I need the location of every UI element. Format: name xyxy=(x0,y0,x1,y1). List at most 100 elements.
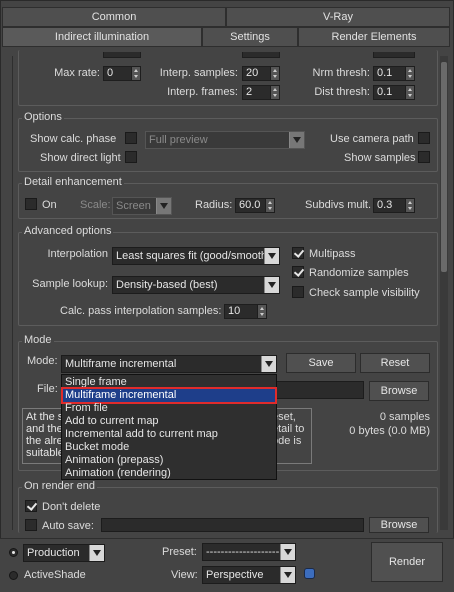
mode-option[interactable]: Incremental add to current map xyxy=(63,428,275,441)
tab-settings[interactable]: Settings xyxy=(202,27,298,47)
activeshade-radio[interactable] xyxy=(9,571,18,580)
chevron-down-icon[interactable] xyxy=(264,248,279,264)
mode-select[interactable]: Multiframe incremental xyxy=(61,355,277,373)
mode-option[interactable]: From file xyxy=(63,402,275,415)
browse-autosave-button[interactable]: Browse xyxy=(369,517,429,533)
view-value: Perspective xyxy=(206,569,264,581)
production-select[interactable]: Production xyxy=(23,544,105,562)
preview-mode-select[interactable]: Full preview xyxy=(145,131,305,149)
scale-value: Screen xyxy=(116,200,151,212)
browse-file-button[interactable]: Browse xyxy=(369,381,429,401)
calc-pass-spinner[interactable]: 10 xyxy=(224,304,267,319)
sample-lookup-label: Sample lookup: xyxy=(32,278,108,290)
scrollbar-thumb[interactable] xyxy=(441,62,447,272)
spinner-arrows-icon[interactable] xyxy=(270,86,279,99)
chevron-down-icon[interactable] xyxy=(264,277,279,293)
mode-value: Multiframe incremental xyxy=(65,358,177,370)
on-render-end-title: On render end xyxy=(22,480,97,492)
tab-indirect-illumination[interactable]: Indirect illumination xyxy=(2,27,202,47)
hsph-subdivs-spinner[interactable] xyxy=(242,52,280,58)
file-label: File: xyxy=(37,383,58,395)
mode-option[interactable]: Animation (rendering) xyxy=(63,467,275,480)
spinner-arrows-icon[interactable] xyxy=(265,199,274,212)
lock-view-icon[interactable] xyxy=(304,568,315,579)
interp-frames-spinner[interactable]: 2 xyxy=(242,85,280,100)
check-sample-visibility-checkbox[interactable] xyxy=(292,286,304,298)
scale-label: Scale: xyxy=(80,199,111,211)
map-size: 0 bytes (0.0 MB) xyxy=(349,425,430,437)
radius-spinner[interactable]: 60.0 xyxy=(235,198,275,213)
save-button[interactable]: Save xyxy=(286,353,356,373)
interpolation-select[interactable]: Least squares fit (good/smooth xyxy=(112,247,280,265)
mode-title: Mode xyxy=(22,334,54,346)
max-rate-spinner[interactable]: 0 xyxy=(103,66,141,81)
show-direct-light-checkbox[interactable] xyxy=(125,151,137,163)
auto-save-checkbox[interactable] xyxy=(25,519,37,531)
chevron-down-icon[interactable] xyxy=(280,544,295,560)
multipass-label: Multipass xyxy=(309,248,356,260)
preset-label: Preset: xyxy=(162,546,197,558)
reset-button[interactable]: Reset xyxy=(360,353,430,373)
radius-label: Radius: xyxy=(195,199,233,211)
dont-delete-label: Don't delete xyxy=(42,501,101,513)
sample-lookup-select[interactable]: Density-based (best) xyxy=(112,276,280,294)
randomize-samples-label: Randomize samples xyxy=(309,267,409,279)
spinner-arrows-icon[interactable] xyxy=(405,67,414,80)
spinner-arrows-icon[interactable] xyxy=(270,67,279,80)
tab-common[interactable]: Common xyxy=(2,7,226,27)
mode-option[interactable]: Add to current map xyxy=(63,415,275,428)
show-calc-phase-checkbox[interactable] xyxy=(125,132,137,144)
chevron-down-icon[interactable] xyxy=(156,198,171,214)
dist-thresh-value: 0.1 xyxy=(377,86,393,98)
spinner-arrows-icon[interactable] xyxy=(405,199,414,212)
spinner-arrows-icon[interactable] xyxy=(405,86,414,99)
interpolation-label: Interpolation xyxy=(47,248,108,260)
view-label: View: xyxy=(171,569,198,581)
panel-scrollbar[interactable] xyxy=(440,56,448,530)
show-samples-checkbox[interactable] xyxy=(418,151,430,163)
options-title: Options xyxy=(22,111,64,123)
use-camera-path-checkbox[interactable] xyxy=(418,132,430,144)
mode-option-selected[interactable]: Multiframe incremental xyxy=(61,387,277,404)
randomize-samples-checkbox[interactable] xyxy=(292,266,304,278)
detail-enhancement-title: Detail enhancement xyxy=(22,176,124,188)
render-button[interactable]: Render xyxy=(371,542,443,582)
interp-samples-spinner[interactable]: 20 xyxy=(242,66,280,81)
preset-select[interactable]: -------------------- xyxy=(202,543,296,561)
chevron-down-icon[interactable] xyxy=(280,567,295,583)
preset-value: -------------------- xyxy=(206,546,280,558)
detail-on-checkbox[interactable] xyxy=(25,198,37,210)
auto-save-path-field[interactable] xyxy=(101,518,364,532)
tab-render-elements[interactable]: Render Elements xyxy=(298,27,450,47)
mode-option[interactable]: Animation (prepass) xyxy=(63,454,275,467)
advanced-options-title: Advanced options xyxy=(22,225,114,237)
nrm-thresh-spinner[interactable]: 0.1 xyxy=(373,66,415,81)
nrm-thresh-label: Nrm thresh: xyxy=(312,67,370,79)
chevron-down-icon[interactable] xyxy=(89,545,104,561)
detail-on-label: On xyxy=(42,199,57,211)
subdivs-mult-value: 0.3 xyxy=(377,199,393,211)
chevron-down-icon[interactable] xyxy=(289,132,304,148)
subdivs-mult-spinner[interactable]: 0.3 xyxy=(373,198,415,213)
show-calc-phase-label: Show calc. phase xyxy=(30,133,117,145)
dont-delete-checkbox[interactable] xyxy=(25,500,37,512)
production-radio[interactable] xyxy=(9,548,18,557)
view-select[interactable]: Perspective xyxy=(202,566,296,584)
mode-option[interactable]: Bucket mode xyxy=(63,441,275,454)
subdivs-mult-label: Subdivs mult. xyxy=(305,199,372,211)
multipass-checkbox[interactable] xyxy=(292,247,304,259)
auto-save-label: Auto save: xyxy=(42,520,94,532)
mode-dropdown-list[interactable]: Single frame Multiframe incremental From… xyxy=(61,374,277,480)
mode-option[interactable]: Single frame xyxy=(63,376,275,389)
min-rate-spinner[interactable] xyxy=(103,52,141,58)
dist-thresh-label: Dist thresh: xyxy=(314,86,370,98)
spinner-arrows-icon[interactable] xyxy=(131,67,140,80)
activeshade-label: ActiveShade xyxy=(24,569,86,581)
dist-thresh-spinner[interactable]: 0.1 xyxy=(373,85,415,100)
clr-thresh-spinner[interactable] xyxy=(373,52,415,58)
spinner-arrows-icon[interactable] xyxy=(257,305,266,318)
scale-select[interactable]: Screen xyxy=(112,197,172,215)
sample-lookup-value: Density-based (best) xyxy=(116,279,218,291)
tab-vray[interactable]: V-Ray xyxy=(226,7,450,27)
chevron-down-icon[interactable] xyxy=(261,356,276,372)
